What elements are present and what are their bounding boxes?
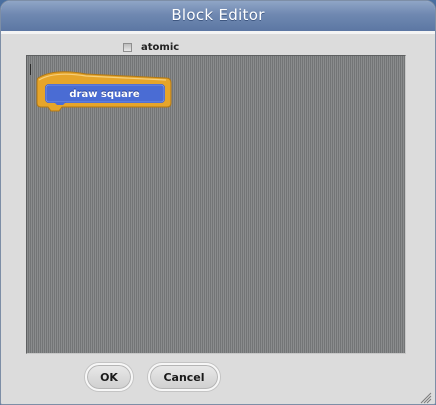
atomic-option[interactable]: atomic	[123, 41, 179, 53]
resize-grip-icon[interactable]	[420, 389, 432, 404]
atomic-checkbox[interactable]	[123, 42, 132, 52]
prototype-block-label: draw square	[69, 89, 140, 100]
scroll-caret	[30, 64, 31, 75]
cancel-button[interactable]: Cancel	[148, 363, 220, 391]
title-separator	[1, 31, 435, 34]
block-scripts-area[interactable]: draw square	[26, 55, 406, 354]
block-editor-dialog: Block Editor atomic draw square OK Cance…	[0, 0, 436, 405]
atomic-label: atomic	[141, 41, 180, 53]
ok-button[interactable]: OK	[85, 363, 133, 391]
title-bar[interactable]: Block Editor	[1, 1, 435, 31]
cancel-button-label: Cancel	[163, 370, 205, 384]
ok-button-label: OK	[100, 370, 118, 384]
dialog-title: Block Editor	[171, 6, 265, 24]
prototype-hat-block[interactable]: draw square	[36, 70, 172, 116]
